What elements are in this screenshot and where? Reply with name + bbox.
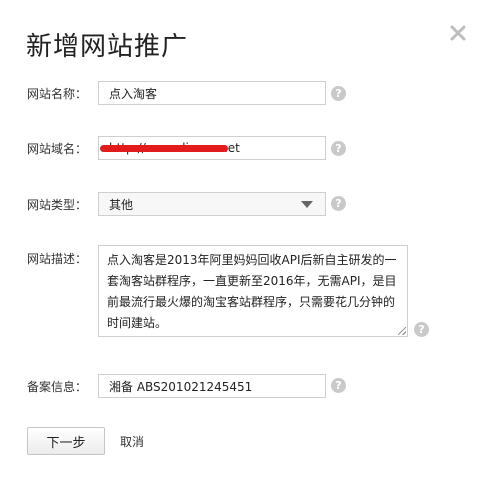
- site-desc-value: 点入淘客是2013年阿里妈妈回收API后新自主研发的一套淘客站群程序，一直更新至…: [107, 253, 397, 330]
- icp-input[interactable]: 湘备 ABS201021245451: [98, 374, 326, 398]
- site-type-label: 网站类型：: [27, 198, 88, 212]
- resize-grip-icon[interactable]: [398, 327, 406, 335]
- help-icon[interactable]: ?: [331, 196, 346, 211]
- help-icon[interactable]: ?: [414, 322, 429, 337]
- redaction-mark: [100, 145, 228, 152]
- icp-label: 备案信息：: [27, 380, 88, 394]
- help-icon[interactable]: ?: [331, 86, 346, 101]
- help-icon[interactable]: ?: [331, 141, 346, 156]
- chevron-down-icon: [301, 200, 313, 208]
- cancel-link[interactable]: 取消: [120, 433, 144, 450]
- dialog-title: 新增网站推广: [26, 32, 189, 62]
- close-icon[interactable]: [447, 22, 469, 44]
- site-domain-label: 网站域名：: [27, 142, 88, 156]
- site-type-selected: 其他: [109, 197, 134, 212]
- add-site-promotion-dialog: 新增网站推广 网站名称： 点入淘客 ? 网站域名： http://www.dia…: [0, 0, 489, 478]
- site-name-label: 网站名称：: [27, 87, 88, 101]
- site-type-select[interactable]: 其他: [98, 192, 326, 216]
- site-desc-label: 网站描述：: [27, 252, 88, 266]
- site-name-value: 点入淘客: [109, 86, 158, 101]
- icp-value: 湘备 ABS201021245451: [109, 379, 253, 394]
- site-desc-textarea[interactable]: 点入淘客是2013年阿里妈妈回收API后新自主研发的一套淘客站群程序，一直更新至…: [98, 245, 408, 337]
- site-name-input[interactable]: 点入淘客: [98, 81, 326, 105]
- next-step-button[interactable]: 下一步: [27, 427, 105, 455]
- help-icon[interactable]: ?: [331, 378, 346, 393]
